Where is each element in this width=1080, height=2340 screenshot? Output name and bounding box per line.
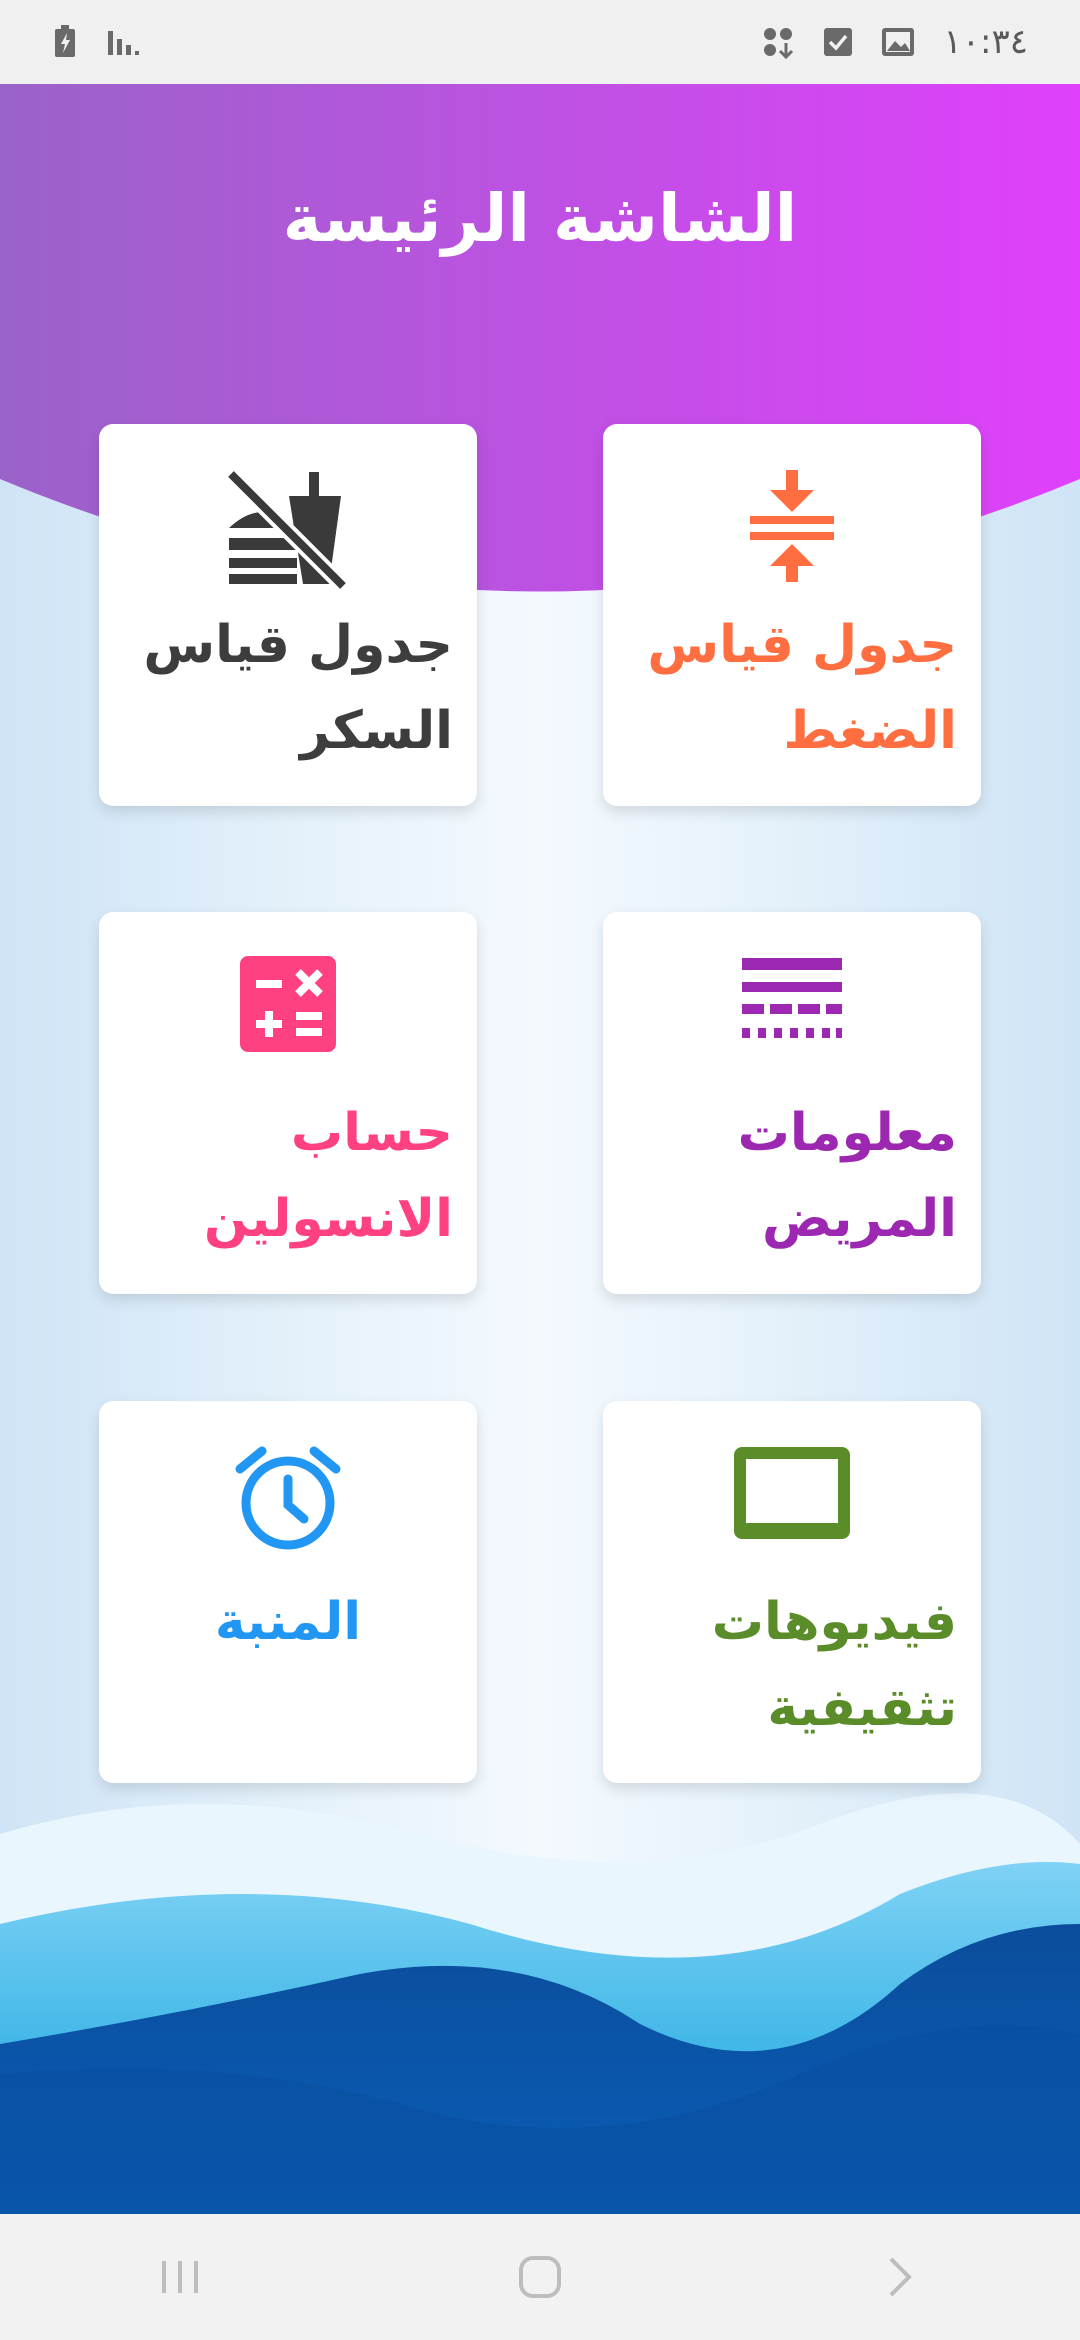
educational-videos-card[interactable]: فيديوهات تثقيفية (603, 1401, 981, 1783)
patient-info-label: معلومات المريض (737, 1103, 957, 1249)
alarm-label: المنبة (214, 1592, 362, 1652)
footer-waves (0, 1793, 1080, 2214)
calculator-icon (238, 954, 338, 1058)
status-right-icons: ١٠:٣٤ (761, 22, 1028, 62)
checkbox-icon (823, 27, 853, 57)
navigation-bar (0, 2214, 1080, 2340)
status-time: ١٠:٣٤ (943, 22, 1028, 62)
educational-videos-label: فيديوهات تثقيفية (711, 1592, 957, 1738)
status-left-icons (52, 25, 140, 59)
main-screen: الشاشة الرئيسة جدول قياس الضغط جدول قياس… (0, 84, 1080, 2214)
sugar-table-label: جدول قياس السكر (143, 615, 453, 761)
pressure-table-card[interactable]: جدول قياس الضغط (603, 424, 981, 806)
no-food-icon (223, 466, 353, 594)
page-title: الشاشة الرئيسة (282, 180, 798, 257)
alarm-clock-icon (232, 1443, 344, 1559)
patient-info-card[interactable]: معلومات المريض (603, 912, 981, 1294)
battery-charging-icon (52, 25, 78, 59)
insulin-calculator-label: حساب الانسولين (203, 1103, 453, 1249)
apps-icon (761, 25, 795, 59)
compress-icon (744, 466, 840, 590)
sugar-table-card[interactable]: جدول قياس السكر (99, 424, 477, 806)
recent-apps-icon[interactable] (120, 2232, 240, 2322)
video-screen-icon (730, 1443, 854, 1547)
alarm-card[interactable]: المنبة (99, 1401, 477, 1783)
image-icon (881, 27, 915, 57)
status-bar: ١٠:٣٤ (0, 0, 1080, 84)
insulin-calculator-card[interactable]: حساب الانسولين (99, 912, 477, 1294)
signal-icon (106, 27, 140, 57)
pressure-table-label: جدول قياس الضغط (647, 615, 957, 761)
notes-icon (740, 954, 844, 1054)
back-icon[interactable] (840, 2232, 960, 2322)
home-icon[interactable] (480, 2232, 600, 2322)
